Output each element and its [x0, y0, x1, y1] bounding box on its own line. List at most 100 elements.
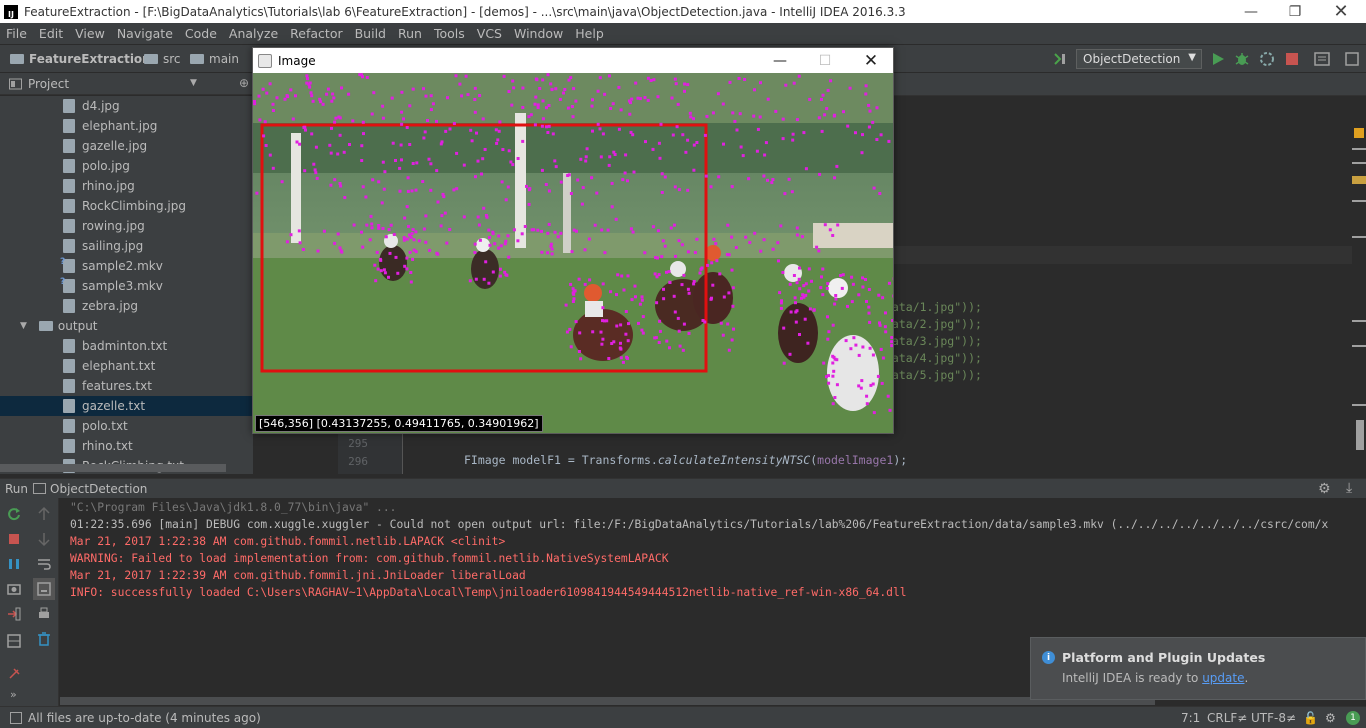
- build-arrow-icon[interactable]: [1052, 51, 1068, 67]
- notification-body: IntelliJ IDEA is ready to update.: [1062, 671, 1248, 685]
- run-config-tab[interactable]: ObjectDetection: [50, 482, 147, 496]
- trash-icon[interactable]: [36, 631, 52, 647]
- caret-position[interactable]: 7:1: [1181, 711, 1200, 725]
- file-item[interactable]: sample2.mkv: [0, 256, 253, 276]
- scroll-to-end-icon: [37, 582, 51, 596]
- update-notification[interactable]: i Platform and Plugin Updates IntelliJ I…: [1030, 637, 1366, 700]
- hide-panel-icon[interactable]: ⤓: [1346, 480, 1352, 496]
- file-item[interactable]: polo.jpg: [0, 156, 253, 176]
- menu-tools[interactable]: Tools: [428, 26, 471, 41]
- coverage-icon[interactable]: [1259, 51, 1275, 67]
- file-item[interactable]: rowing.jpg: [0, 216, 253, 236]
- print-icon[interactable]: [36, 606, 52, 622]
- exit-icon[interactable]: [6, 606, 22, 622]
- more-icon[interactable]: »: [10, 688, 17, 701]
- menu-analyze[interactable]: Analyze: [223, 26, 284, 41]
- file-item[interactable]: rhino.jpg: [0, 176, 253, 196]
- close-icon[interactable]: ✕: [1318, 0, 1364, 23]
- maximize-icon[interactable]: ☐: [802, 48, 848, 73]
- editor-error-stripe[interactable]: [1352, 96, 1366, 474]
- stop-icon[interactable]: [6, 531, 22, 547]
- menu-help[interactable]: Help: [569, 26, 610, 41]
- run-configuration-label: ObjectDetection: [1083, 52, 1181, 66]
- rerun-icon[interactable]: [6, 506, 22, 522]
- menu-build[interactable]: Build: [349, 26, 392, 41]
- menu-navigate[interactable]: Navigate: [111, 26, 179, 41]
- code-variable: modelImage1: [817, 453, 894, 467]
- horizontal-scrollbar[interactable]: [0, 464, 226, 472]
- minimize-icon[interactable]: —: [1228, 0, 1274, 23]
- menu-run[interactable]: Run: [392, 26, 428, 41]
- pin-icon[interactable]: [6, 666, 22, 682]
- file-item[interactable]: elephant.txt: [0, 356, 253, 376]
- debug-icon[interactable]: [1234, 51, 1250, 67]
- run-tab-label[interactable]: Run: [5, 482, 28, 496]
- menu-edit[interactable]: Edit: [33, 26, 69, 41]
- output-folder[interactable]: ▼ output: [0, 316, 253, 336]
- menu-file[interactable]: File: [0, 26, 33, 41]
- menu-view[interactable]: View: [69, 26, 111, 41]
- breadcrumb-label: FeatureExtraction: [29, 52, 151, 66]
- image-viewer-window[interactable]: Image — ☐ ✕ [546,356] [0.43137255, 0.494…: [252, 47, 894, 434]
- file-icon: [63, 219, 75, 233]
- file-item[interactable]: gazelle.jpg: [0, 136, 253, 156]
- run-icon[interactable]: [1210, 51, 1226, 67]
- menu-vcs[interactable]: VCS: [471, 26, 508, 41]
- file-item[interactable]: rhino.txt: [0, 436, 253, 456]
- file-item[interactable]: gazelle.txt: [0, 396, 253, 416]
- intellij-logo-icon: IJ: [4, 4, 18, 19]
- file-item[interactable]: d4.jpg: [0, 96, 253, 116]
- update-link[interactable]: update: [1202, 671, 1244, 685]
- warning-marker-icon[interactable]: [1354, 128, 1364, 138]
- lock-icon[interactable]: 🔓: [1303, 711, 1318, 725]
- search-everywhere-icon[interactable]: [1344, 51, 1360, 67]
- gear-icon[interactable]: ⚙: [1318, 481, 1331, 497]
- project-structure-icon[interactable]: [1314, 51, 1330, 67]
- file-item[interactable]: features.txt: [0, 376, 253, 396]
- file-item[interactable]: elephant.jpg: [0, 116, 253, 136]
- breadcrumb-project[interactable]: FeatureExtraction: [10, 52, 151, 66]
- status-window-icon[interactable]: [10, 711, 22, 724]
- file-icon: [63, 139, 75, 153]
- code-method: calculateIntensityNTSC: [657, 453, 811, 467]
- line-separator-select[interactable]: CRLF≠: [1207, 711, 1247, 725]
- project-panel-title[interactable]: Project: [28, 77, 69, 91]
- unknown-file-icon: [60, 257, 75, 273]
- camera-icon[interactable]: [6, 581, 22, 597]
- breadcrumb-src[interactable]: src: [144, 52, 181, 66]
- menu-refactor[interactable]: Refactor: [284, 26, 348, 41]
- console-line: INFO: successfully loaded C:\Users\RAGHA…: [70, 586, 907, 599]
- menu-code[interactable]: Code: [179, 26, 223, 41]
- file-item[interactable]: sample3.mkv: [0, 276, 253, 296]
- file-item[interactable]: badminton.txt: [0, 336, 253, 356]
- console-horizontal-scrollbar[interactable]: [60, 697, 1155, 705]
- console-line: WARNING: Failed to load implementation f…: [70, 552, 669, 565]
- inspector-icon[interactable]: ⚙: [1325, 711, 1336, 725]
- tree-item-label: sample2.mkv: [82, 259, 163, 273]
- line-number: 296: [348, 455, 368, 468]
- stop-icon[interactable]: [1284, 51, 1300, 67]
- layout-icon[interactable]: [6, 633, 22, 649]
- notification-text: IntelliJ IDEA is ready to: [1062, 671, 1203, 685]
- menu-window[interactable]: Window: [508, 26, 569, 41]
- restore-icon[interactable]: ❐: [1272, 0, 1318, 23]
- tree-item-label: gazelle.jpg: [82, 139, 148, 153]
- run-panel-header: Run ObjectDetection ⚙ ⤓: [0, 478, 1366, 498]
- encoding-select[interactable]: UTF-8≠: [1251, 711, 1296, 725]
- close-icon[interactable]: ✕: [848, 48, 894, 73]
- breadcrumb-main[interactable]: main: [190, 52, 239, 66]
- file-item[interactable]: RockClimbing.jpg: [0, 196, 253, 216]
- chevron-down-icon[interactable]: ▼: [190, 78, 197, 88]
- down-arrow-icon[interactable]: [36, 531, 52, 547]
- file-item[interactable]: zebra.jpg: [0, 296, 253, 316]
- crosshair-icon[interactable]: ⊕: [239, 76, 249, 90]
- file-item[interactable]: sailing.jpg: [0, 236, 253, 256]
- up-arrow-icon[interactable]: [36, 506, 52, 522]
- pause-icon[interactable]: [6, 556, 22, 572]
- run-configuration-select[interactable]: ObjectDetection ▼: [1076, 49, 1202, 69]
- soft-wrap-icon[interactable]: [36, 556, 52, 572]
- event-log-badge[interactable]: 1: [1346, 711, 1360, 725]
- file-item[interactable]: polo.txt: [0, 416, 253, 436]
- minimize-icon[interactable]: —: [757, 48, 803, 73]
- expand-arrow-icon[interactable]: ▼: [20, 321, 27, 331]
